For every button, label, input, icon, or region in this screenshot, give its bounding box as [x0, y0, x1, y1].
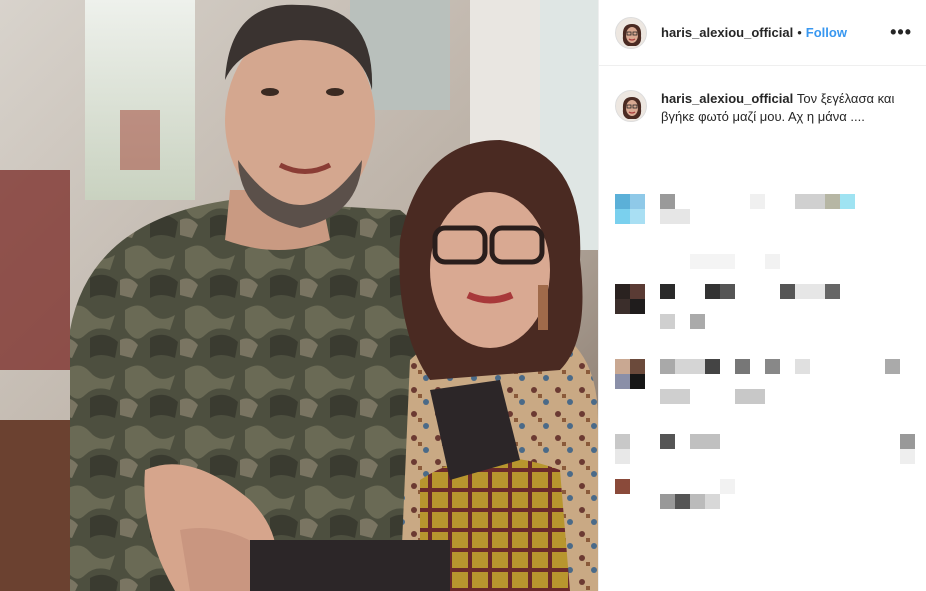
pixel-block — [660, 314, 675, 329]
more-options-icon[interactable]: ••• — [890, 22, 912, 43]
pixel-block — [630, 374, 645, 389]
caption-text-block: haris_alexiou_official Τον ξεγέλασα και … — [661, 90, 901, 126]
pixel-block — [690, 314, 705, 329]
caption-avatar[interactable] — [615, 90, 647, 122]
pixel-block — [795, 359, 810, 374]
pixel-block — [615, 434, 630, 449]
pixel-block — [615, 284, 630, 299]
obscured-comments — [599, 180, 926, 580]
pixel-block — [765, 254, 780, 269]
pixel-block — [660, 209, 690, 224]
pixel-block — [690, 494, 705, 509]
pixel-block — [735, 389, 765, 404]
profile-avatar[interactable] — [615, 16, 647, 49]
pixel-block — [795, 194, 825, 209]
pixel-block — [840, 194, 855, 209]
pixel-block — [615, 479, 630, 494]
pixel-block — [615, 449, 630, 464]
pixel-block — [615, 194, 630, 209]
pixel-block — [615, 359, 630, 374]
post-caption: haris_alexiou_official Τον ξεγέλασα και … — [599, 66, 926, 126]
pixel-block — [765, 359, 780, 374]
pixel-block — [660, 434, 675, 449]
post-photo-image — [0, 0, 598, 591]
pixel-block — [615, 299, 630, 314]
pixel-block — [900, 449, 915, 464]
avatar-image — [616, 91, 646, 121]
pixel-block — [885, 359, 900, 374]
pixel-block — [690, 254, 735, 269]
pixel-block — [630, 284, 645, 299]
pixel-block — [675, 359, 705, 374]
caption-username[interactable]: haris_alexiou_official — [661, 91, 793, 106]
pixel-block — [705, 359, 720, 374]
follow-button[interactable]: Follow — [806, 25, 847, 40]
pixel-block — [705, 494, 720, 509]
username-link[interactable]: haris_alexiou_official — [661, 25, 793, 40]
pixel-block — [660, 389, 690, 404]
post-sidebar: haris_alexiou_official • Follow ••• hari… — [598, 0, 926, 591]
pixel-block — [615, 209, 630, 224]
pixel-block — [720, 284, 735, 299]
separator-dot: • — [797, 25, 802, 40]
post-photo[interactable] — [0, 0, 598, 591]
pixel-block — [735, 359, 750, 374]
pixel-block — [705, 284, 720, 299]
pixel-block — [750, 194, 765, 209]
pixel-block — [660, 194, 675, 209]
pixel-block — [630, 299, 645, 314]
pixel-block — [615, 374, 630, 389]
pixel-block — [660, 284, 675, 299]
pixel-block — [720, 479, 735, 494]
post-header: haris_alexiou_official • Follow ••• — [599, 0, 926, 66]
pixel-block — [825, 284, 840, 299]
pixel-block — [630, 359, 645, 374]
pixel-block — [660, 494, 675, 509]
instagram-post-view: haris_alexiou_official • Follow ••• hari… — [0, 0, 926, 591]
pixel-block — [675, 494, 690, 509]
pixel-block — [780, 284, 795, 299]
pixel-block — [690, 434, 720, 449]
pixel-block — [825, 194, 840, 209]
pixel-block — [630, 209, 645, 224]
pixel-block — [660, 359, 675, 374]
pixel-block — [900, 434, 915, 449]
pixel-block — [795, 284, 825, 299]
pixel-block — [630, 194, 645, 209]
avatar-image — [616, 17, 646, 48]
